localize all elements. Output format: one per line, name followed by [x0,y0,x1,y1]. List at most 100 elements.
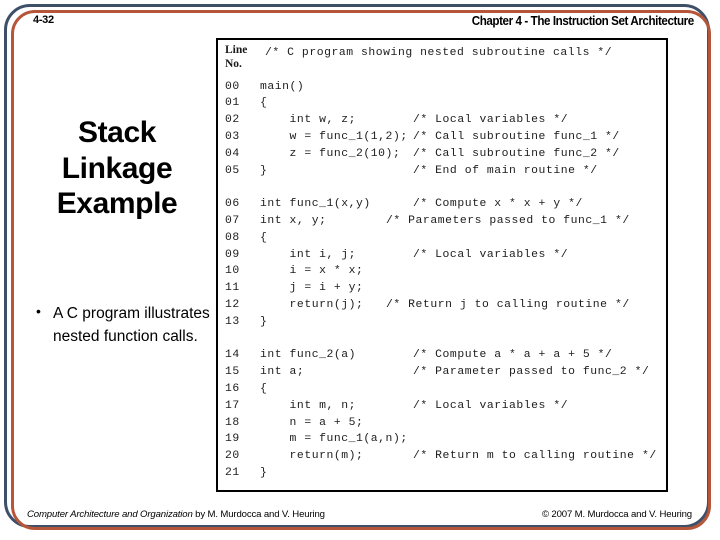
code-line-number: 08 [225,231,240,244]
code-comment: /* Return j to calling routine */ [386,298,630,311]
list-item: A C program illustrates nested function … [32,301,218,349]
code-source: } [260,466,268,479]
code-line-number: 13 [225,315,240,328]
code-comment: /* Local variables */ [413,399,569,412]
code-source: int func_2(a) [260,349,357,362]
code-source: main() [260,80,305,93]
code-line-number: 17 [225,399,240,412]
code-line-number: 03 [225,130,240,143]
code-comment: /* Parameters passed to func_1 */ [386,214,630,227]
code-comment: /* Compute x * x + y */ [413,198,583,211]
code-line: 00 main() [218,79,666,96]
code-line: 07 int x, y; /* Parameters passed to func_… [218,213,666,230]
code-line-number: 00 [225,80,240,93]
code-source: int a; [260,366,305,379]
code-line-number: 01 [225,97,240,110]
slide-canvas: 4-32 Chapter 4 - The Instruction Set Arc… [0,0,720,540]
code-source: int func_1(x,y) [260,198,371,211]
code-line: 11 j = i + y; [218,280,666,297]
code-source: int x, y; [260,214,327,227]
code-comment: /* Return m to calling routine */ [413,450,657,463]
code-line-number: 12 [225,298,240,311]
code-line-number: 20 [225,450,240,463]
code-source: { [260,231,268,244]
code-line: 18 n = a + 5; [218,415,666,432]
code-line-number: 09 [225,248,240,261]
slide-number: 4-32 [33,14,54,26]
code-line-number: 16 [225,382,240,395]
code-comment: /* Call subroutine func_2 */ [413,147,620,160]
code-title-comment: /* C program showing nested subroutine c… [218,45,666,62]
page-title-line: Linkage [61,151,173,185]
code-comment: /* Compute a * a + a + 5 */ [413,349,613,362]
code-source: return(m); [260,450,364,463]
code-line: 15 int a; /* Parameter passed to func_2 */ [218,364,666,381]
code-line: 19 m = func_1(a,n); [218,431,666,448]
code-comment: /* Call subroutine func_1 */ [413,130,620,143]
code-source: w = func_1(1,2); [260,130,408,143]
code-line: 20 return(m); /* Return m to calling rout… [218,448,666,465]
chapter-title: Chapter 4 - The Instruction Set Architec… [471,14,695,28]
code-source: m = func_1(a,n); [260,433,408,446]
code-line: 05} /* End of main routine */ [218,163,666,180]
code-source: z = func_2(10); [260,147,401,160]
code-line-number: 07 [225,214,240,227]
footer-attribution: Computer Architecture and Organization b… [27,509,325,520]
code-line: 17 int m, n; /* Local variables */ [218,398,666,415]
code-lines: /* C program showing nested subroutine c… [218,45,666,482]
code-line-number: 18 [225,416,240,429]
bullet-list: A C program illustrates nested function … [32,301,218,349]
code-source: } [260,315,268,328]
page-title: Stack Linkage Example [22,115,212,222]
code-line: 02 int w, z; /* Local variables */ [218,112,666,129]
code-spacer [218,62,666,79]
code-line-number: 04 [225,147,240,160]
code-line-number: 11 [225,282,240,295]
code-line: 13} [218,314,666,331]
code-line: 08 { [218,230,666,247]
code-line-number: 02 [225,114,240,127]
code-comment: /* C program showing nested subroutine c… [265,47,613,59]
page-title-line: Stack [77,116,157,149]
code-source: { [260,97,268,110]
code-line-number: 14 [225,349,240,362]
left-content-column: Stack Linkage Example A C program illust… [22,115,212,345]
code-line: 10 i = x * x; [218,263,666,280]
code-source: i = x * x; [260,265,364,278]
code-source: j = i + y; [260,282,364,295]
code-line-number: 05 [225,164,240,177]
code-listing-box: Line No. /* C program showing nested sub… [216,38,668,492]
code-line: 03 w = func_1(1,2); /* Call subroutine fu… [218,129,666,146]
page-title-line: Example [56,187,178,221]
code-line-number: 06 [225,198,240,211]
code-source: n = a + 5; [260,416,364,429]
code-source: } [260,164,268,177]
footer-copyright: © 2007 M. Murdocca and V. Heuring [541,509,692,520]
code-source: int m, n; [260,399,357,412]
code-comment: /* Parameter passed to func_2 */ [413,366,650,379]
code-source: { [260,382,268,395]
code-line: 16 { [218,381,666,398]
code-line: 21} [218,465,666,482]
code-line: 14 int func_2(a) /* Compute a * a + a + 5 … [218,347,666,364]
slide-header: 4-32 Chapter 4 - The Instruction Set Arc… [0,14,720,32]
code-line-number: 10 [225,265,240,278]
code-line: 01 { [218,95,666,112]
code-line: 06 int func_1(x,y) /* Compute x * x + y */ [218,196,666,213]
code-comment: /* Local variables */ [413,248,569,261]
code-source: int w, z; [260,114,357,127]
code-source: return(j); [260,298,364,311]
code-source: int i, j; [260,248,357,261]
code-line: 04 z = func_2(10); /* Call subroutine fun… [218,146,666,163]
slide-footer: Computer Architecture and Organization b… [0,509,720,525]
code-line-number: 19 [225,433,240,446]
code-comment: /* Local variables */ [413,114,569,127]
code-line: 09 int i, j; /* Local variables */ [218,247,666,264]
code-line: 12 return(j); /* Return j to calling rout… [218,297,666,314]
code-line-number: 21 [225,466,240,479]
code-line-number: 15 [225,366,240,379]
code-comment: /* End of main routine */ [413,164,598,177]
footer-work-title: Computer Architecture and Organization [27,509,193,520]
